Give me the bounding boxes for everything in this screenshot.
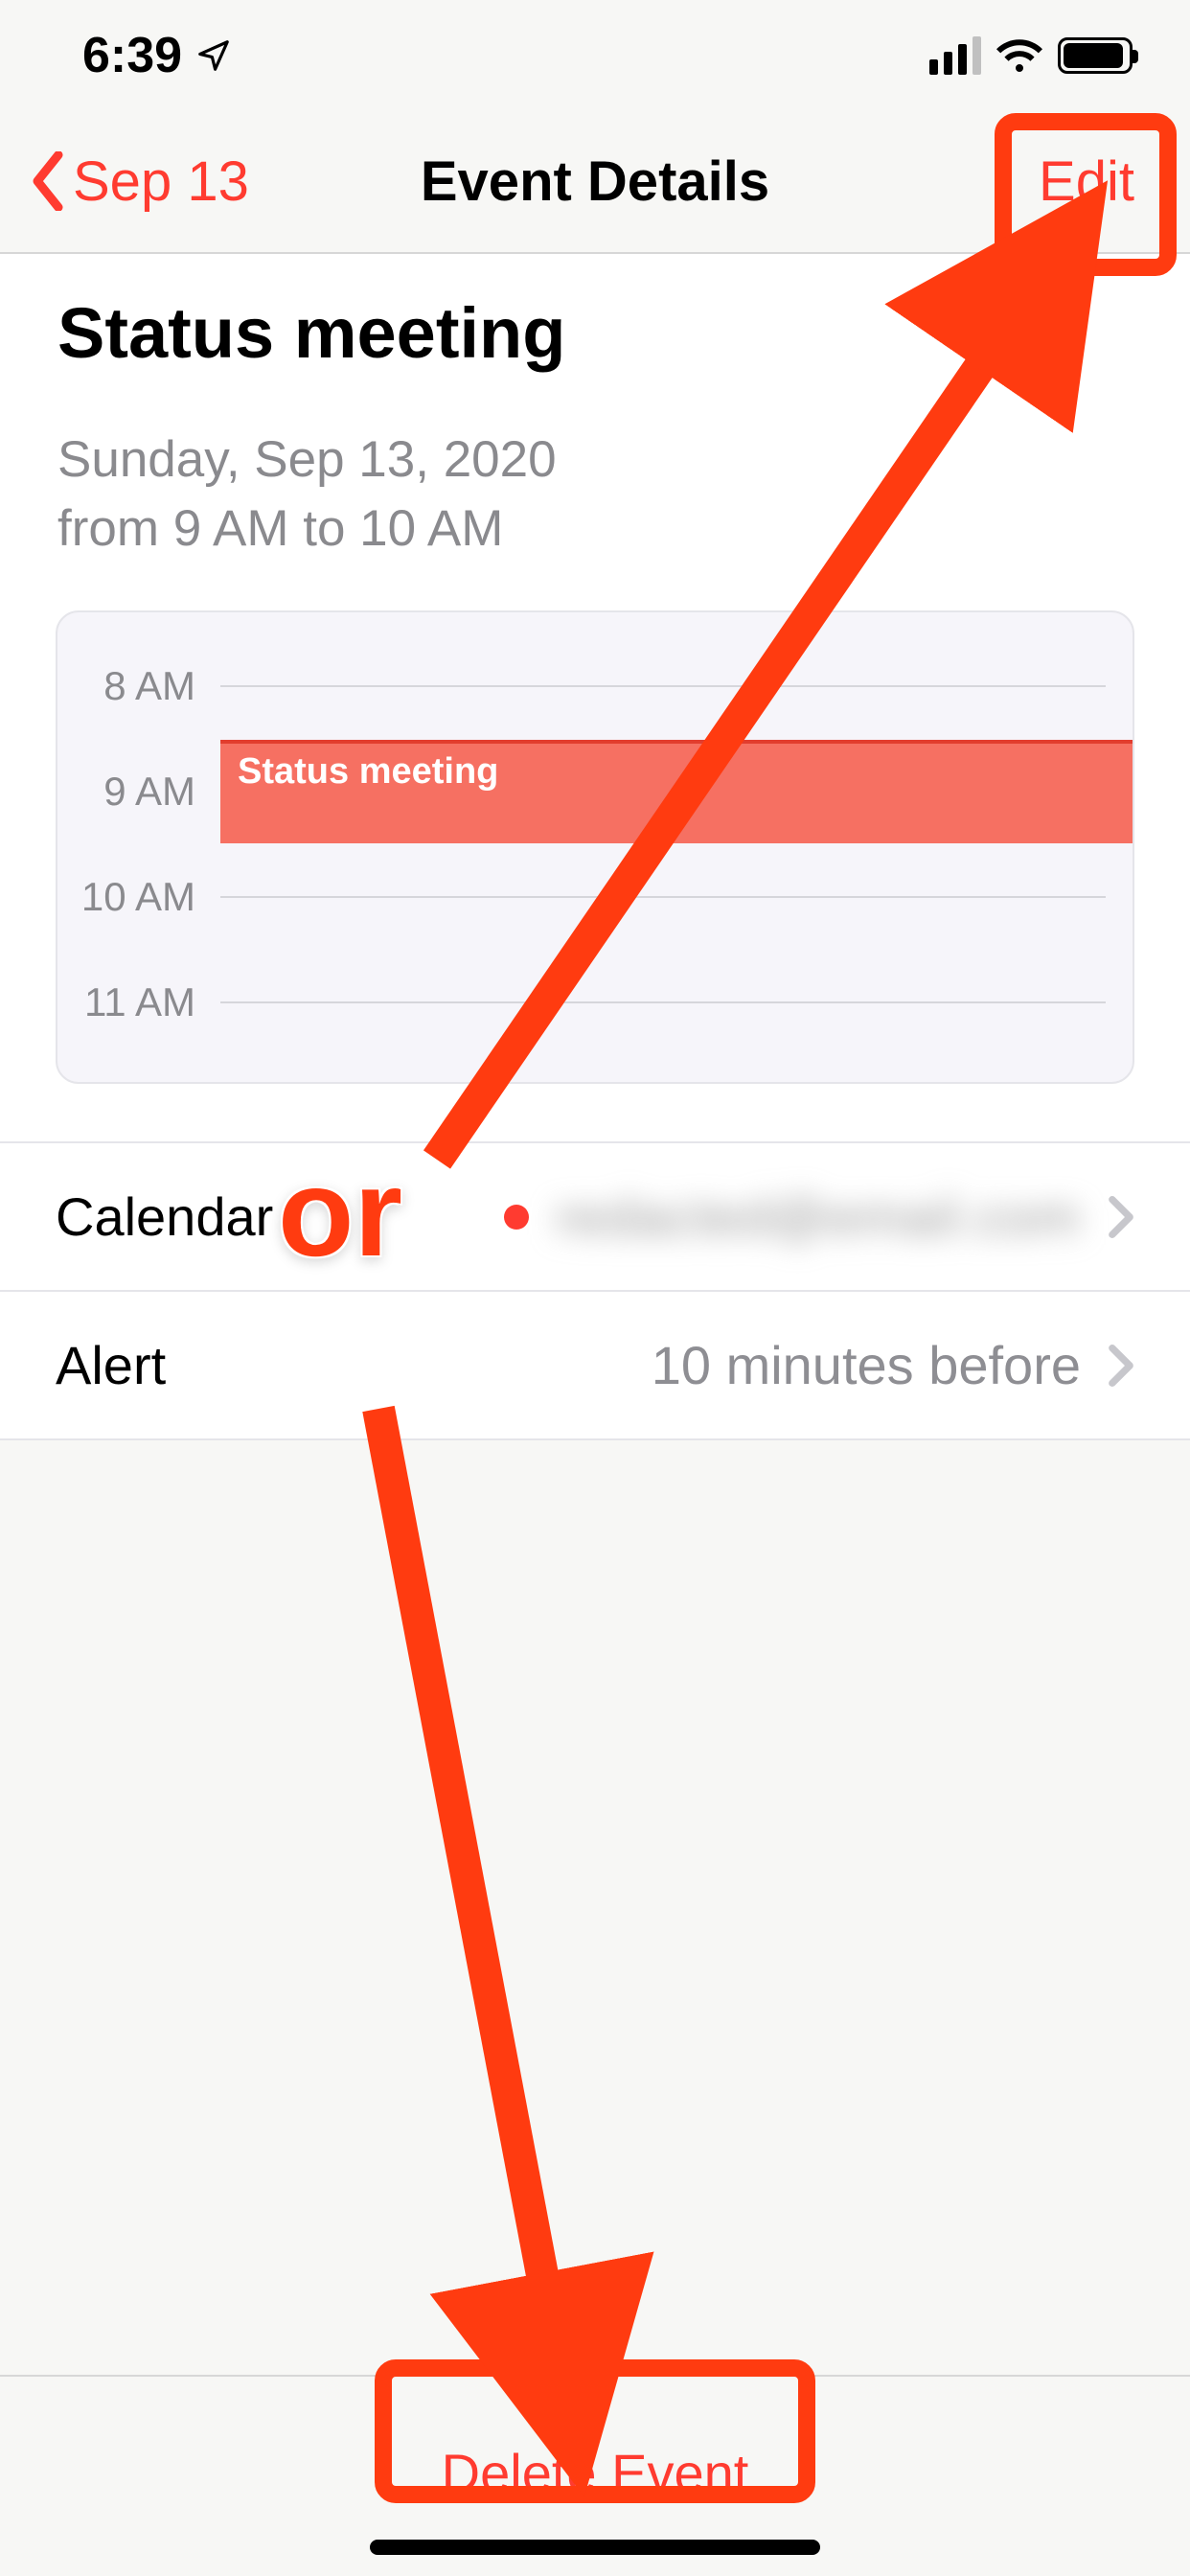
status-bar-left: 6:39 — [82, 27, 232, 84]
alert-value: 10 minutes before — [652, 1334, 1081, 1396]
delete-event-button[interactable]: Delete Event — [384, 2415, 807, 2531]
calendar-row-label: Calendar — [56, 1185, 273, 1248]
calendar-row[interactable]: Calendar redacted@email.com — [0, 1143, 1190, 1292]
time-label: 8 AM — [57, 663, 220, 709]
event-header: Status meeting Sunday, Sep 13, 2020 from… — [0, 292, 1190, 610]
calendar-name: redacted@email.com — [556, 1185, 1081, 1248]
alert-row[interactable]: Alert 10 minutes before — [0, 1292, 1190, 1440]
battery-icon — [1058, 37, 1133, 74]
status-bar-right — [929, 36, 1133, 75]
annotation-or-text: or — [278, 1140, 402, 1284]
back-button[interactable]: Sep 13 — [29, 150, 249, 214]
timeline-row: 10 AM — [57, 844, 1133, 950]
status-time: 6:39 — [82, 27, 182, 84]
wifi-icon — [996, 38, 1042, 73]
timeline-preview[interactable]: 8 AM 9 AM 10 AM 11 AM Status meeting — [56, 610, 1134, 1084]
navigation-bar: Sep 13 Event Details Edit — [0, 110, 1190, 254]
home-indicator[interactable] — [370, 2540, 820, 2555]
chevron-left-icon — [29, 151, 67, 211]
time-label: 10 AM — [57, 874, 220, 920]
event-time: from 9 AM to 10 AM — [57, 494, 1133, 564]
back-label: Sep 13 — [73, 150, 249, 214]
edit-button[interactable]: Edit — [1012, 130, 1161, 233]
alert-row-label: Alert — [56, 1334, 166, 1396]
chevron-right-icon — [1108, 1345, 1134, 1387]
settings-list: Calendar redacted@email.com Alert 10 min… — [0, 1141, 1190, 1440]
bottom-toolbar: Delete Event — [0, 2375, 1190, 2576]
timeline-row: 8 AM — [57, 633, 1133, 739]
content-area: Status meeting Sunday, Sep 13, 2020 from… — [0, 254, 1190, 1440]
page-title: Event Details — [421, 150, 769, 214]
location-icon — [195, 37, 232, 74]
annotation-arrow-down — [378, 1409, 546, 2295]
calendar-color-dot — [504, 1205, 529, 1230]
event-title: Status meeting — [57, 292, 1133, 374]
time-label: 9 AM — [57, 769, 220, 815]
status-bar: 6:39 — [0, 0, 1190, 110]
chevron-right-icon — [1108, 1196, 1134, 1238]
timeline-event-block[interactable]: Status meeting — [220, 740, 1133, 843]
timeline-row: 11 AM — [57, 950, 1133, 1055]
time-label: 11 AM — [57, 979, 220, 1025]
cellular-icon — [929, 36, 981, 75]
event-date: Sunday, Sep 13, 2020 — [57, 426, 1133, 494]
